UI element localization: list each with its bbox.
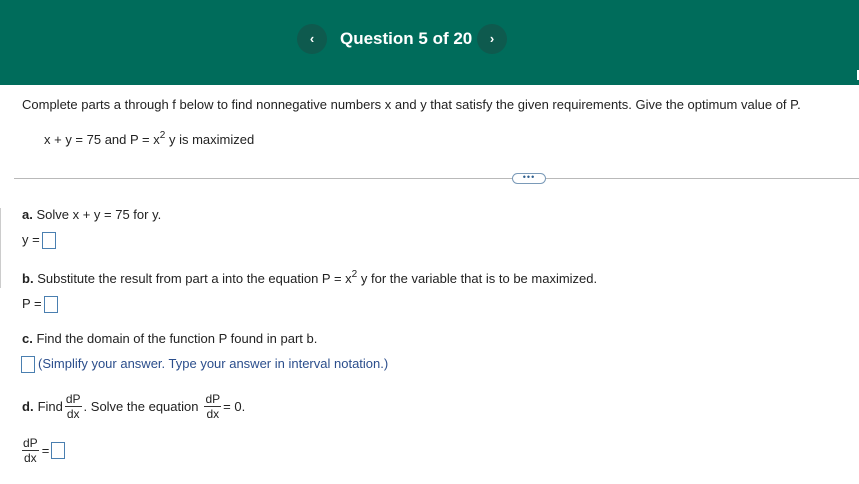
requirement-exponent: 2 — [159, 129, 166, 141]
part-d-prompt: d. Find dP dx . Solve the equation dP dx… — [22, 393, 245, 420]
fraction-denominator: dx — [206, 407, 220, 421]
chevron-right-icon: › — [489, 31, 495, 46]
previous-question-button[interactable]: ‹ — [297, 24, 327, 54]
part-b-prompt: b. Substitute the result from part a int… — [22, 268, 598, 287]
fraction-denominator: dx — [24, 451, 37, 465]
fraction-numerator: dP — [64, 392, 82, 407]
part-b-text-after: y for the variable that is to be maximiz… — [360, 271, 598, 286]
fraction-denominator: dx — [66, 407, 80, 421]
fraction-numerator: dP — [22, 436, 39, 451]
part-b-text-before: Substitute the result from part a into t… — [37, 271, 352, 286]
part-b-letter: b. — [22, 271, 34, 286]
part-b-answer-input[interactable] — [43, 295, 58, 313]
requirement-text-after: y is maximized — [168, 132, 255, 147]
part-d-answer-fraction: dP dx — [22, 437, 39, 464]
next-question-button[interactable]: › — [477, 24, 507, 54]
question-instructions: Complete parts a through f below to find… — [22, 97, 801, 112]
part-d-derivative-fraction: dP dx — [64, 392, 82, 421]
part-d-find-label: Find — [37, 398, 63, 414]
part-c-answer-row: (Simplify your answer. Type your answer … — [21, 355, 388, 373]
part-a-prompt: a. Solve x + y = 75 for y. — [22, 207, 161, 223]
part-b-exponent: 2 — [351, 268, 358, 280]
question-header: ‹ Question 5 of 20 › — [0, 0, 859, 85]
expand-more-button[interactable]: ••• — [512, 173, 546, 184]
part-c-prompt: c. Find the domain of the function P fou… — [22, 331, 317, 347]
chevron-left-icon: ‹ — [309, 31, 315, 46]
requirement-text-before: x + y = 75 and P = x — [44, 132, 160, 147]
part-c-hint: (Simplify your answer. Type your answer … — [38, 356, 389, 371]
part-d-letter: d. — [22, 398, 34, 414]
part-b-answer-row: P = — [22, 295, 58, 313]
question-requirement: x + y = 75 and P = x2 y is maximized — [44, 129, 255, 148]
question-counter: Question 5 of 20 — [340, 29, 473, 48]
section-divider — [14, 178, 859, 179]
part-d-answer-input[interactable] — [51, 442, 66, 459]
part-d-equation-fraction: dP dx — [204, 392, 222, 421]
part-d-answer-row: dP dx = — [22, 437, 66, 464]
fraction-numerator: dP — [204, 392, 222, 407]
part-a-answer-row: y = — [22, 231, 56, 249]
part-c-text: Find the domain of the function P found … — [36, 331, 318, 346]
part-a-letter: a. — [22, 207, 33, 222]
part-d-answer-equals: = — [41, 442, 50, 458]
part-c-answer-input[interactable] — [21, 355, 35, 373]
part-c-letter: c. — [22, 331, 33, 346]
part-a-answer-input[interactable] — [41, 231, 56, 249]
part-a-answer-label: y = — [22, 232, 40, 247]
part-a-text: Solve x + y = 75 for y. — [36, 207, 162, 222]
part-d-equation-text: = 0. — [223, 398, 246, 414]
scroll-edge — [0, 208, 1, 288]
part-d-mid-text: . Solve the equation — [83, 398, 199, 414]
part-b-answer-label: P = — [22, 296, 42, 311]
